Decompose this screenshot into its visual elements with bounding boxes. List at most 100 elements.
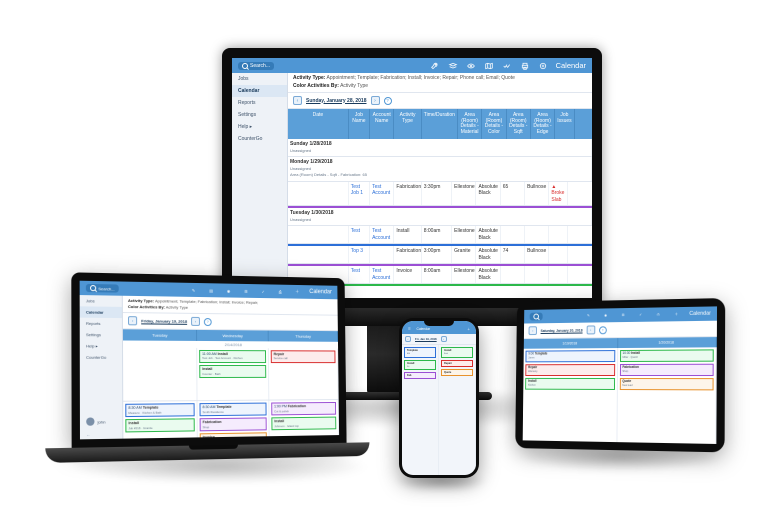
calendar-event[interactable]: 8:30 AM TemplateMeasure · Kitchen & Bath xyxy=(125,403,194,417)
calendar-event[interactable]: 10:30 InstallMiller · Quartz xyxy=(620,349,714,362)
calendar-event[interactable]: InstallKit xyxy=(404,360,436,371)
calendar-event[interactable]: FabricationShop xyxy=(619,364,713,376)
sidenav: JobsCalendarReportsSettingsHelp ▸Counter… xyxy=(232,73,288,298)
activity-row[interactable]: Test Job 1Test AccountFabrication3:30pmE… xyxy=(288,182,592,207)
activity-row[interactable]: Top 3Fabrication3:00pmGraniteAbsolute Bl… xyxy=(288,246,592,264)
calendar-event[interactable]: InstallJohnson · Island top xyxy=(271,417,336,431)
next-day-button[interactable]: › xyxy=(371,96,380,105)
page-title: Calendar xyxy=(417,327,431,331)
current-date[interactable]: Saturday, January 20, 2018 xyxy=(541,328,583,332)
avatar-icon xyxy=(86,417,94,425)
sidebar-item-calendar[interactable]: Calendar xyxy=(80,306,122,318)
date-group-row[interactable]: Monday 1/29/2018UnassignedArea (Room) De… xyxy=(288,157,592,182)
help-icon[interactable]: ? xyxy=(384,97,392,105)
next-day-button[interactable]: › xyxy=(586,325,595,334)
checkmarks-icon[interactable]: ✓ xyxy=(258,287,268,295)
wrench-icon[interactable] xyxy=(430,62,440,70)
day-column: InstallBath Repair Quote xyxy=(439,345,476,475)
day-column: 1:00 PM FabricationCut & polish InstallJo… xyxy=(269,400,339,438)
printer-icon[interactable]: ⎙ xyxy=(275,287,285,295)
next-day-button[interactable]: › xyxy=(191,317,200,326)
sidebar-item-settings[interactable]: Settings xyxy=(232,109,287,121)
sidebar-item-help[interactable]: Help ▸ xyxy=(80,340,122,351)
col-header: Area (Room) Details - Material xyxy=(458,109,482,139)
current-date[interactable]: Fri, Jan 19, 2018 xyxy=(415,337,437,341)
search-input[interactable]: Search... xyxy=(530,313,543,321)
layers-icon[interactable]: ▤ xyxy=(206,286,216,294)
calendar-event[interactable]: FabricationShop xyxy=(200,418,267,432)
calendar-event[interactable]: InstallBath xyxy=(441,347,473,358)
help-icon[interactable]: ? xyxy=(599,326,607,334)
sidebar-item-calendar[interactable]: Calendar xyxy=(232,85,287,97)
layers-icon[interactable] xyxy=(448,62,458,70)
calendar-event[interactable]: InstallJob #218 · Granite xyxy=(125,419,194,433)
sidebar-item-reports[interactable]: Reports xyxy=(80,318,122,330)
prev-day-button[interactable]: ‹ xyxy=(529,326,537,335)
calendar-event[interactable]: Invoice#1043 xyxy=(200,433,267,439)
sidebar-item-settings[interactable]: Settings xyxy=(80,329,122,341)
current-date[interactable]: Sunday, January 28, 2018 xyxy=(306,98,367,104)
weekday-header: Thursday xyxy=(269,331,338,342)
day-column xyxy=(123,348,197,401)
user-menu[interactable]: john xyxy=(80,413,122,430)
prev-day-button[interactable]: ‹ xyxy=(293,96,302,105)
sidebar-item-reports[interactable]: Reports xyxy=(232,97,287,109)
col-header: Area (Room) Details - Sqft xyxy=(507,109,531,139)
map-icon[interactable]: ⊞ xyxy=(618,311,628,319)
date-group-row[interactable]: Tuesday 1/30/2018Unassigned xyxy=(288,208,592,226)
sidebar-item-jobs[interactable]: Jobs xyxy=(80,295,122,307)
calendar-event[interactable]: Repair xyxy=(441,360,473,367)
prev-day-button[interactable]: ‹ xyxy=(405,336,411,342)
calendar-event[interactable]: TemplateAM xyxy=(404,347,436,358)
day-column: 8:30 AM TemplateSmith ResidenceFabricati… xyxy=(198,401,270,439)
search-input[interactable]: Search... xyxy=(86,284,119,293)
map-icon[interactable] xyxy=(484,62,494,70)
sidebar-item-countergo[interactable]: CounterGo xyxy=(80,352,122,363)
sidebar-item-jobs[interactable]: Jobs xyxy=(232,73,287,85)
map-icon[interactable]: ⊞ xyxy=(241,287,251,295)
plus-icon[interactable]: ＋ xyxy=(467,327,470,331)
calendar-event[interactable]: 1:00 PM FabricationCut & polish xyxy=(271,402,336,415)
eye-icon[interactable]: ◉ xyxy=(601,311,611,319)
calendar-event[interactable]: Fab xyxy=(404,372,436,379)
plus-icon[interactable]: ＋ xyxy=(292,288,301,296)
calendar-event[interactable]: RepairService call xyxy=(271,350,336,363)
next-day-button[interactable]: › xyxy=(441,336,447,342)
help-icon[interactable]: ? xyxy=(204,318,212,326)
calendar-event[interactable]: Quote xyxy=(441,369,473,376)
checkmarks-icon[interactable] xyxy=(502,62,512,70)
calendar-event[interactable]: QuoteNew lead xyxy=(619,378,713,390)
current-date[interactable]: Friday, January 19, 2018 xyxy=(141,318,187,324)
search-icon xyxy=(90,285,96,291)
calendar-event[interactable]: InstallCounter · Bath xyxy=(199,365,266,378)
calendar-event[interactable]: RepairWarranty xyxy=(525,364,614,376)
sidebar-item-countergo[interactable]: CounterGo xyxy=(232,133,287,145)
plus-icon[interactable] xyxy=(538,62,548,70)
weekday-header: Wednesday xyxy=(197,330,269,341)
wrench-icon[interactable]: ✎ xyxy=(189,286,199,294)
calendar-event[interactable]: 8:30 AM TemplateSmith Residence xyxy=(200,403,267,417)
printer-icon[interactable] xyxy=(520,62,530,70)
menu-icon[interactable]: ☰ xyxy=(408,327,411,331)
plus-icon[interactable]: ＋ xyxy=(671,310,681,318)
date-picker: ‹ Sunday, January 28, 2018 › ? xyxy=(288,93,592,109)
date-picker: ‹ Saturday, January 20, 2018 › ? xyxy=(524,321,717,339)
col-header: Date xyxy=(288,109,349,139)
search-input[interactable]: Search... xyxy=(238,62,274,70)
prev-day-button[interactable]: ‹ xyxy=(128,316,137,325)
day-column: 9:00 TemplateJones RepairWarranty InstallK… xyxy=(523,348,618,442)
calendar-event[interactable]: 9:00 TemplateJones xyxy=(525,350,614,362)
printer-icon[interactable]: ⎙ xyxy=(653,310,663,318)
collapse-sidebar-button[interactable]: ← xyxy=(80,429,122,439)
activity-row[interactable]: TestTest AccountInstall8:00amEllestoneAb… xyxy=(288,226,592,244)
eye-icon[interactable]: ◉ xyxy=(224,287,234,295)
eye-icon[interactable] xyxy=(466,62,476,70)
date-group-row[interactable]: Sunday 1/28/2018Unassigned xyxy=(288,139,592,157)
day-table-header: DateJob NameAccount NameActivity TypeTim… xyxy=(288,109,592,139)
calendar-event[interactable]: 11:00 AM InstallTest Job · Test Account … xyxy=(199,350,266,363)
checkmarks-icon[interactable]: ✓ xyxy=(636,311,646,319)
col-header: Job Issues xyxy=(555,109,574,139)
wrench-icon[interactable]: ✎ xyxy=(584,312,594,320)
sidebar-item-help[interactable]: Help ▸ xyxy=(232,121,287,133)
calendar-event[interactable]: InstallKitchen xyxy=(525,378,614,390)
